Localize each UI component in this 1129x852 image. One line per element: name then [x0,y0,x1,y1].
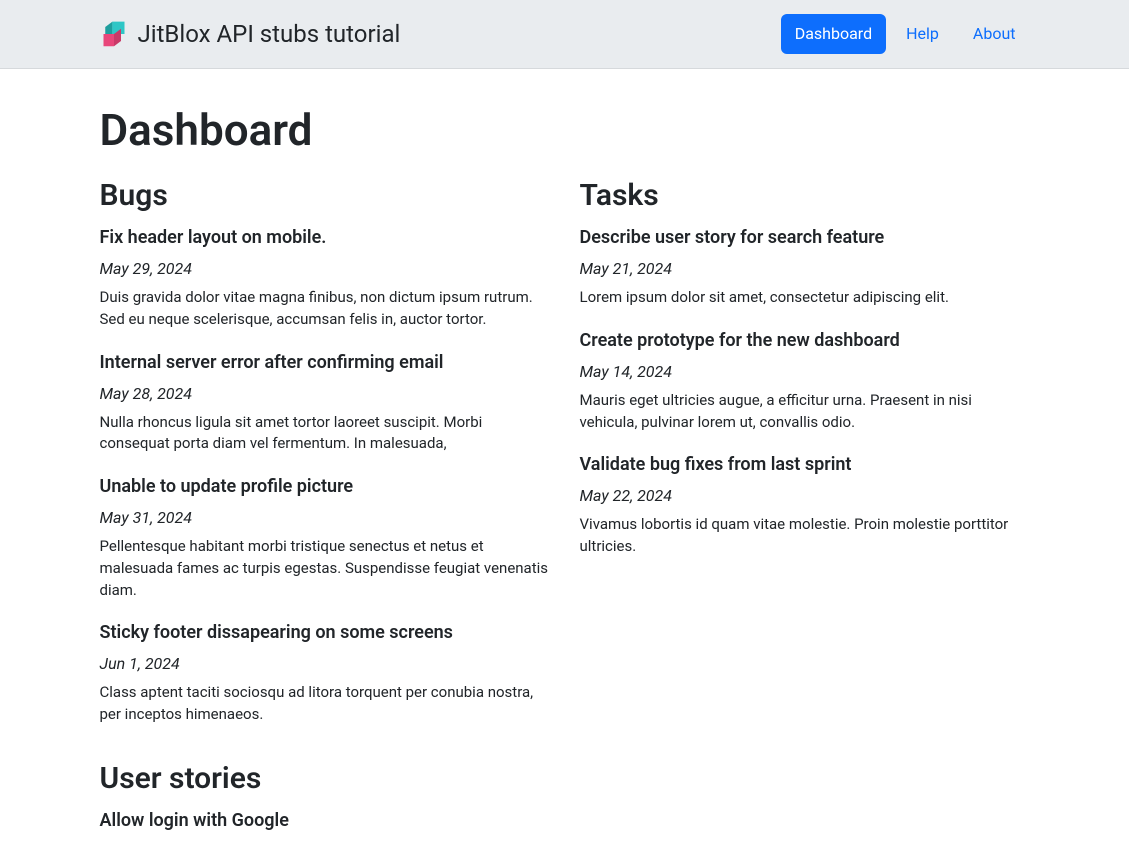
nav-links: Dashboard Help About [781,14,1030,54]
item-date: May 31, 2024 [100,506,550,530]
list-item: Allow login with Google [100,807,550,834]
item-date: May 14, 2024 [580,360,1030,384]
section-heading-bugs: Bugs [100,173,550,218]
item-description: Pellentesque habitant morbi tristique se… [100,536,550,601]
item-description: Duis gravida dolor vitae magna finibus, … [100,287,550,331]
list-item: Fix header layout on mobile. May 29, 202… [100,224,550,331]
main-content: Dashboard Bugs Fix header layout on mobi… [85,97,1045,852]
page-title: Dashboard [100,97,1030,163]
item-description: Class aptent taciti sociosqu ad litora t… [100,682,550,726]
nav-help[interactable]: Help [892,14,953,54]
nav-about[interactable]: About [959,14,1030,54]
list-item: Unable to update profile picture May 31,… [100,473,550,601]
section-heading-user-stories: User stories [100,756,550,801]
brand-title: JitBlox API stubs tutorial [138,16,401,52]
item-title: Validate bug fixes from last sprint [580,451,1030,478]
jitblox-logo-icon [100,20,128,48]
left-column: Bugs Fix header layout on mobile. May 29… [100,167,550,852]
list-item: Sticky footer dissapearing on some scree… [100,619,550,726]
right-column: Tasks Describe user story for search fea… [580,167,1030,852]
item-description: Nulla rhoncus ligula sit amet tortor lao… [100,412,550,456]
list-item: Internal server error after confirming e… [100,349,550,456]
item-title: Unable to update profile picture [100,473,550,500]
list-item: Validate bug fixes from last sprint May … [580,451,1030,558]
item-description: Mauris eget ultricies augue, a efficitur… [580,390,1030,434]
item-title: Internal server error after confirming e… [100,349,550,376]
item-title: Describe user story for search feature [580,224,1030,251]
item-title: Fix header layout on mobile. [100,224,550,251]
section-heading-tasks: Tasks [580,173,1030,218]
item-title: Sticky footer dissapearing on some scree… [100,619,550,646]
item-description: Vivamus lobortis id quam vitae molestie.… [580,514,1030,558]
item-date: May 28, 2024 [100,382,550,406]
brand-link[interactable]: JitBlox API stubs tutorial [100,16,401,52]
item-title: Create prototype for the new dashboard [580,327,1030,354]
item-title: Allow login with Google [100,807,550,834]
list-item: Create prototype for the new dashboard M… [580,327,1030,434]
item-date: Jun 1, 2024 [100,652,550,676]
item-description: Lorem ipsum dolor sit amet, consectetur … [580,287,1030,309]
item-date: May 22, 2024 [580,484,1030,508]
item-date: May 21, 2024 [580,257,1030,281]
nav-dashboard[interactable]: Dashboard [781,14,886,54]
navbar: JitBlox API stubs tutorial Dashboard Hel… [0,0,1129,69]
item-date: May 29, 2024 [100,257,550,281]
list-item: Describe user story for search feature M… [580,224,1030,309]
